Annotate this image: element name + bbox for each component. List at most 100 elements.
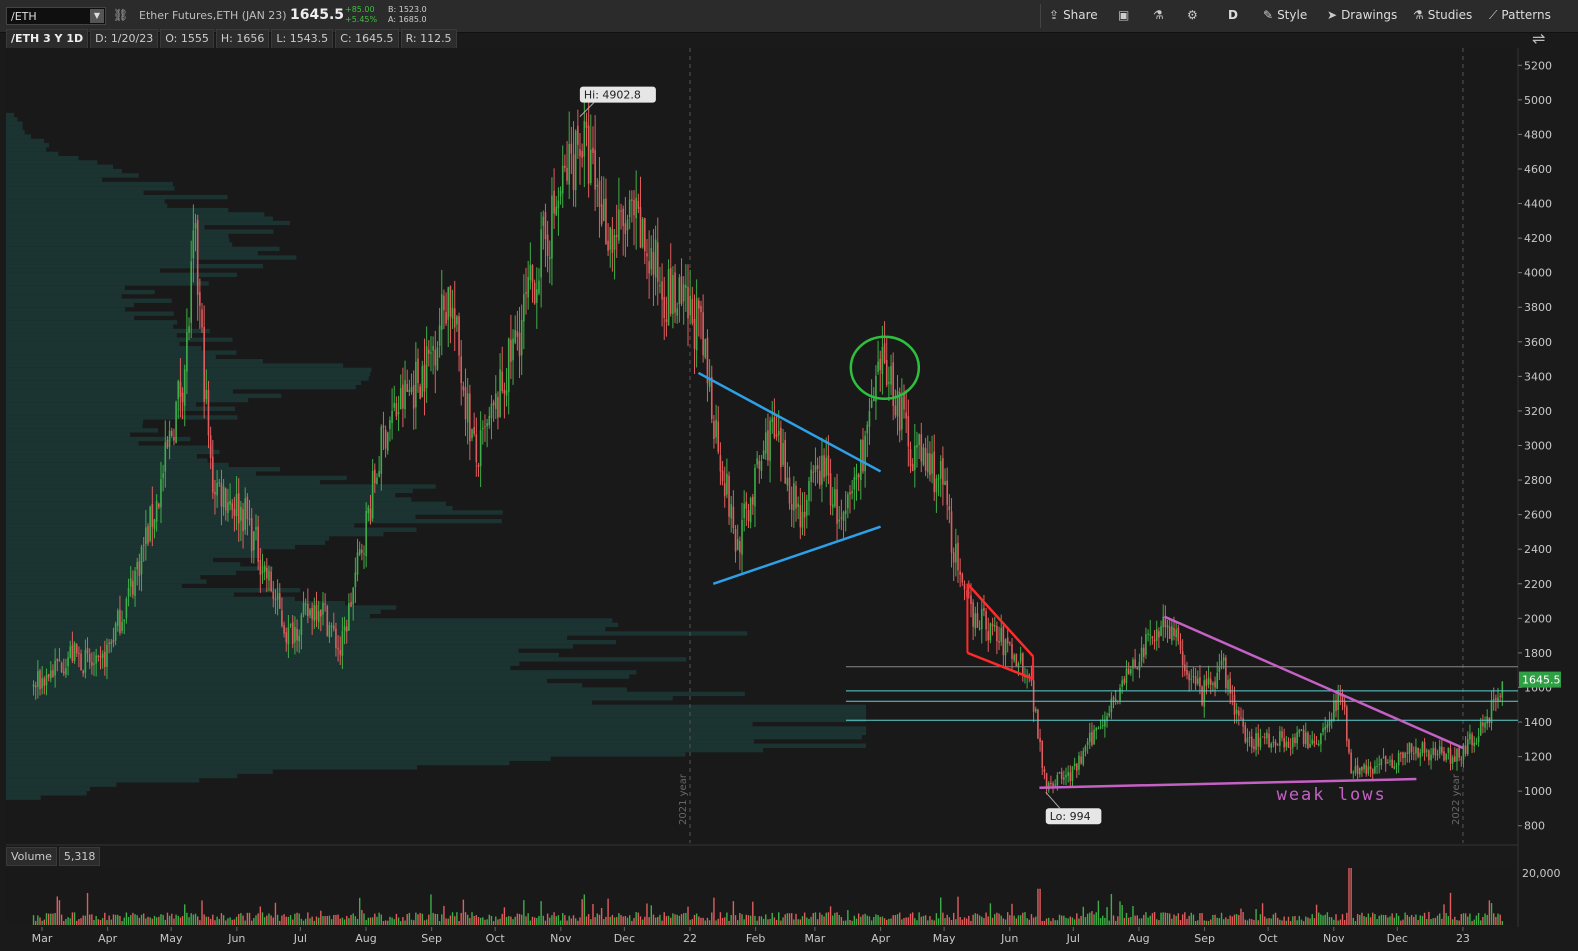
volume-bar: [549, 917, 551, 925]
candle-body: [814, 465, 817, 472]
candle-body: [672, 275, 674, 315]
candle-body: [1261, 736, 1264, 738]
volume-bar: [1354, 920, 1357, 925]
volume-profile-bin: [6, 747, 764, 753]
volume-bar: [706, 917, 709, 925]
volume-bar: [39, 917, 41, 925]
volume-bar: [603, 919, 605, 925]
candle-body: [872, 398, 875, 402]
volume-profile-bin: [6, 203, 168, 208]
volume-bar: [1471, 921, 1473, 925]
candle-body: [1071, 766, 1074, 781]
volume-bar: [1421, 915, 1424, 925]
y-tick-label: 2800: [1524, 474, 1552, 487]
volume-bar: [1188, 915, 1190, 925]
candle-body: [1173, 628, 1175, 636]
candle-body: [838, 519, 841, 522]
candle-body: [1311, 739, 1314, 744]
volume-bar: [972, 914, 974, 925]
candle-body: [501, 371, 504, 392]
volume-bar: [419, 912, 421, 925]
candle-body: [587, 125, 590, 184]
volume-bar: [140, 914, 143, 925]
candle-body: [1492, 698, 1495, 700]
volume-bar: [1056, 920, 1059, 925]
candle-body: [980, 609, 983, 630]
volume-bar: [132, 912, 134, 925]
candle-body: [665, 319, 668, 322]
volume-bar: [155, 917, 158, 925]
candle-body: [715, 419, 717, 438]
volume-bar: [536, 918, 538, 925]
candle-body: [533, 282, 536, 304]
volume-bar: [503, 907, 506, 925]
candle-body: [1294, 737, 1296, 744]
candle-body: [1037, 709, 1039, 739]
volume-profile-bin: [6, 410, 178, 416]
volume-bar: [492, 921, 495, 925]
candle-body: [1248, 736, 1251, 739]
candle-body: [959, 571, 961, 575]
candle-body: [771, 418, 774, 422]
candle-body: [1451, 757, 1454, 764]
volume-bar: [996, 912, 998, 925]
candle-body: [749, 498, 752, 523]
volume-bar: [1501, 920, 1504, 925]
x-tick-label: Apr: [871, 932, 891, 945]
candle-body: [717, 421, 720, 452]
candle-body: [285, 632, 288, 643]
candle-body: [950, 511, 953, 553]
candle-body: [1417, 747, 1419, 757]
candle-body: [868, 411, 871, 427]
y-tick-label: 3000: [1524, 440, 1552, 453]
candle-body: [1482, 722, 1484, 727]
candle-body: [402, 384, 404, 409]
volume-bar: [1186, 918, 1188, 925]
volume-bar: [1238, 915, 1240, 925]
volume-bar: [456, 912, 458, 925]
candle-body: [1190, 678, 1193, 680]
volume-bar: [808, 918, 810, 925]
volume-bar: [76, 920, 78, 925]
volume-bar: [728, 920, 730, 925]
volume-profile-bin: [6, 156, 79, 161]
volume-bar: [330, 919, 333, 925]
volume-bar: [160, 914, 162, 925]
volume-bar: [1302, 921, 1305, 925]
volume-bar: [866, 915, 868, 925]
volume-bar: [341, 917, 344, 925]
volume-bar: [469, 918, 471, 925]
candle-body: [1175, 629, 1177, 638]
candle-body: [1244, 725, 1247, 743]
y-tick-label: 4800: [1524, 128, 1552, 141]
volume-bar: [50, 913, 52, 925]
candle-body: [462, 386, 465, 391]
candle-body: [65, 668, 67, 675]
volume-bar: [724, 917, 726, 925]
axis-scale-icon[interactable]: ⇌: [1532, 29, 1545, 48]
candle-body: [855, 474, 858, 480]
volume-bar: [43, 919, 46, 925]
volume-bar: [825, 912, 827, 925]
candle-body: [1168, 626, 1171, 639]
volume-bar: [590, 919, 592, 925]
candle-body: [1041, 741, 1044, 768]
volume-bar: [620, 915, 622, 925]
candle-body: [1119, 687, 1121, 701]
volume-profile-bin: [6, 449, 220, 455]
candle-body: [1343, 701, 1346, 708]
candle-body: [622, 208, 625, 227]
candle-body: [129, 578, 132, 587]
candle-body: [266, 567, 268, 579]
volume-profile-bin: [6, 225, 205, 230]
price-chart[interactable]: 2021 year 2022 year 800100012001400160018…: [0, 0, 1578, 951]
volume-bar: [417, 914, 419, 925]
volume-profile-bin: [6, 320, 178, 325]
candle-body: [592, 147, 594, 153]
volume-bar: [868, 916, 871, 925]
candle-body: [637, 200, 640, 209]
volume-profile-bin: [6, 354, 216, 360]
candle-body: [635, 197, 637, 219]
candle-body: [335, 628, 337, 648]
volume-bar: [82, 915, 84, 925]
